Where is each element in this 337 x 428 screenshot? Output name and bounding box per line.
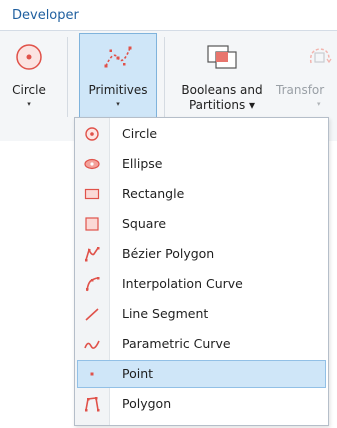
ellipse-icon	[84, 156, 100, 172]
chevron-down-icon: ▾	[27, 100, 31, 108]
primitives-icon	[103, 44, 133, 74]
rectangle-icon	[84, 186, 100, 202]
primitives-dropdown-menu: Circle Ellipse Rectangle Square Bézier P	[74, 117, 329, 426]
booleans-label-line2: Partitions ▾	[188, 98, 256, 112]
tab-developer[interactable]: Developer	[12, 8, 79, 23]
menu-item-label: Line Segment	[122, 306, 209, 321]
primitives-button-label: Primitives	[88, 83, 148, 97]
circle-button-label: Circle	[12, 83, 46, 97]
transforms-button[interactable]: Transfor ▾	[276, 33, 337, 121]
menu-item-label: Rectangle	[122, 186, 185, 201]
menu-item-bezier-polygon[interactable]: Bézier Polygon	[77, 240, 326, 268]
menu-item-circle[interactable]: Circle	[77, 120, 326, 148]
point-icon	[84, 366, 100, 382]
menu-item-label: Bézier Polygon	[122, 246, 215, 261]
chevron-down-icon: ▾	[317, 100, 321, 108]
menu-item-label: Point	[122, 366, 154, 381]
menu-item-label: Parametric Curve	[122, 336, 231, 351]
menu-item-parametric-curve[interactable]: Parametric Curve	[77, 330, 326, 358]
parametric-curve-icon	[84, 336, 100, 352]
menu-item-polygon[interactable]: Polygon	[77, 390, 326, 418]
menu-item-square[interactable]: Square	[77, 210, 326, 238]
menu-item-interpolation-curve[interactable]: Interpolation Curve	[77, 270, 326, 298]
interpolation-curve-icon	[84, 276, 100, 292]
transforms-icon	[305, 43, 333, 75]
menu-item-point[interactable]: Point	[77, 360, 326, 388]
square-icon	[84, 216, 100, 232]
menu-item-label: Ellipse	[122, 156, 163, 171]
chevron-down-icon: ▾	[116, 100, 120, 108]
circle-icon	[15, 43, 43, 75]
booleans-partitions-button[interactable]: Booleans and Partitions ▾	[172, 33, 272, 121]
circle-button[interactable]: Circle ▾	[0, 33, 58, 121]
menu-item-label: Circle	[122, 126, 158, 141]
ribbon-tab-strip: Developer	[0, 0, 337, 30]
menu-item-label: Square	[122, 216, 167, 231]
menu-item-ellipse[interactable]: Ellipse	[77, 150, 326, 178]
menu-item-label: Polygon	[122, 396, 172, 411]
booleans-icon	[206, 43, 238, 75]
menu-item-line-segment[interactable]: Line Segment	[77, 300, 326, 328]
ribbon-separator	[164, 37, 165, 117]
ribbon-separator	[67, 37, 68, 117]
app-window: Developer Circle ▾ Primitives ▾ Booleans…	[0, 0, 337, 428]
circle-icon	[84, 126, 100, 142]
polygon-icon	[84, 396, 100, 412]
booleans-label-line1: Booleans and	[181, 83, 263, 97]
menu-item-label: Interpolation Curve	[122, 276, 243, 291]
bezier-polygon-icon	[84, 246, 100, 262]
primitives-button[interactable]: Primitives ▾	[79, 33, 157, 121]
transforms-button-label: Transfor	[276, 83, 325, 97]
line-segment-icon	[84, 306, 100, 322]
menu-item-rectangle[interactable]: Rectangle	[77, 180, 326, 208]
